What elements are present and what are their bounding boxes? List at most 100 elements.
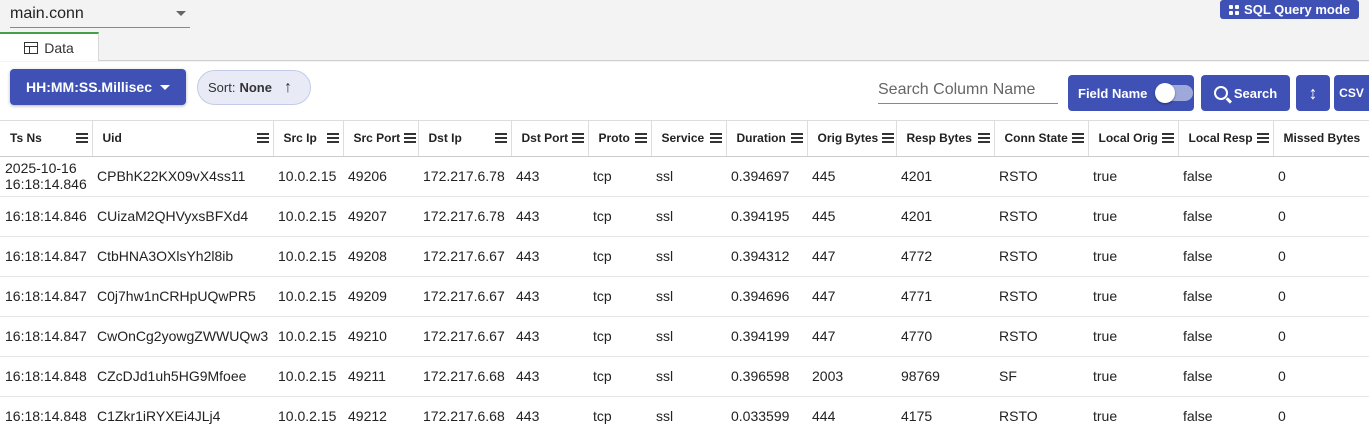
- table-cell: CwOnCg2yowgZWWUQw3: [92, 316, 273, 357]
- table-cell: 445: [807, 196, 896, 237]
- column-header[interactable]: Ts Ns: [0, 121, 93, 157]
- data-grid: Ts Ns Uid Src Ip Src Port Dst Ip Dst Port Prot…: [0, 120, 1369, 436]
- table-selector[interactable]: main.conn: [10, 0, 190, 28]
- column-menu-icon[interactable]: [790, 133, 803, 144]
- table-cell: 172.217.6.78: [418, 196, 511, 237]
- column-header[interactable]: Uid: [92, 121, 274, 157]
- column-menu-icon[interactable]: [75, 133, 88, 144]
- row-height-button[interactable]: ↕: [1296, 75, 1330, 111]
- table-row[interactable]: 16:18:14.847 CwOnCg2yowgZWWUQw3 10.0.2.15 4…: [0, 316, 1369, 357]
- column-header[interactable]: Src Port: [343, 121, 419, 157]
- column-header[interactable]: Conn State: [994, 121, 1089, 157]
- column-menu-icon[interactable]: [977, 133, 990, 144]
- table-cell: 0.394312: [726, 236, 807, 277]
- table-header-row: Ts Ns Uid Src Ip Src Port Dst Ip Dst Port Prot…: [0, 121, 1369, 157]
- table-cell: ssl: [651, 156, 726, 197]
- table-cell: ssl: [651, 276, 726, 317]
- table-row[interactable]: 16:18:14.846 CUizaM2QHVyxsBFXd4 10.0.2.15 4…: [0, 196, 1369, 237]
- field-name-toggle-button[interactable]: Field Name: [1068, 75, 1194, 111]
- table-row[interactable]: 2025-10-16 16:18:14.846 CPBhK22KX09vX4ss1…: [0, 156, 1369, 197]
- table-row[interactable]: 16:18:14.847 CtbHNA3OXlsYh2l8ib 10.0.2.15 4…: [0, 236, 1369, 277]
- column-menu-icon[interactable]: [1071, 133, 1084, 144]
- table-cell: SF: [994, 356, 1088, 397]
- table-cell: 2003: [807, 356, 896, 397]
- csv-label: CSV: [1339, 86, 1364, 100]
- table-cell: 4770: [896, 316, 994, 357]
- arrow-up-icon: ↑: [283, 78, 292, 96]
- column-header[interactable]: Missed Bytes: [1273, 121, 1369, 157]
- search-icon: [1213, 86, 1228, 100]
- table-cell: CZcDJd1uh5HG9Mfoee: [92, 356, 273, 397]
- csv-export-button[interactable]: CSV: [1334, 75, 1369, 111]
- table-cell: 98769: [896, 356, 994, 397]
- table-cell: 443: [511, 276, 588, 317]
- table-row[interactable]: 16:18:14.848 CZcDJd1uh5HG9Mfoee 10.0.2.15 4…: [0, 356, 1369, 397]
- column-menu-icon[interactable]: [1256, 133, 1269, 144]
- search-label: Search: [1233, 85, 1278, 101]
- table-cell: 0.396598: [726, 356, 807, 397]
- column-header-label: Src Port: [353, 131, 401, 146]
- column-header[interactable]: Src Ip: [273, 121, 344, 157]
- table-row[interactable]: 16:18:14.847 C0j7hw1nCRHpUQwPR5 10.0.2.15 4…: [0, 276, 1369, 317]
- search-button[interactable]: Search: [1201, 75, 1290, 111]
- table-cell: 0: [1273, 356, 1369, 397]
- table-cell: 10.0.2.15: [273, 396, 343, 436]
- column-header[interactable]: Service: [651, 121, 727, 157]
- table-cell: 447: [807, 236, 896, 277]
- column-header[interactable]: Local Resp: [1178, 121, 1274, 157]
- column-menu-icon[interactable]: [404, 133, 417, 144]
- column-header[interactable]: Local Orig: [1088, 121, 1179, 157]
- table-cell: true: [1088, 196, 1178, 237]
- field-name-toggle[interactable]: [1155, 83, 1194, 103]
- sort-chip[interactable]: Sort: None ↑: [197, 70, 311, 105]
- column-menu-icon[interactable]: [326, 133, 339, 144]
- column-menu-icon[interactable]: [1161, 133, 1174, 144]
- table-cell: 172.217.6.67: [418, 276, 511, 317]
- table-cell: 16:18:14.846: [0, 196, 92, 237]
- column-header[interactable]: Proto: [588, 121, 652, 157]
- column-header-label: Ts Ns: [10, 131, 42, 146]
- table-cell: CPBhK22KX09vX4ss11: [92, 156, 273, 197]
- column-header[interactable]: Orig Bytes: [807, 121, 897, 157]
- table-cell: true: [1088, 396, 1178, 436]
- table-cell: false: [1178, 156, 1273, 197]
- column-menu-icon[interactable]: [709, 133, 722, 144]
- column-header[interactable]: Resp Bytes: [896, 121, 995, 157]
- table-cell: 16:18:14.847: [0, 236, 92, 277]
- sql-query-mode-button[interactable]: SQL Query mode: [1220, 0, 1359, 19]
- time-format-dropdown[interactable]: HH:MM:SS.Millisec: [10, 69, 186, 105]
- column-header[interactable]: Duration: [726, 121, 808, 157]
- table-row[interactable]: 16:18:14.848 C1Zkr1iRYXEi4JLj4 10.0.2.15 49…: [0, 396, 1369, 436]
- tab-data-label: Data: [44, 39, 74, 56]
- table-cell: 10.0.2.15: [273, 316, 343, 357]
- table-cell: 443: [511, 196, 588, 237]
- table-cell: 0: [1273, 156, 1369, 197]
- table-cell: false: [1178, 196, 1273, 237]
- table-cell: true: [1088, 316, 1178, 357]
- tab-data[interactable]: Data: [0, 32, 99, 61]
- table-cell: 0: [1273, 236, 1369, 277]
- vertical-arrows-icon: ↕: [1308, 82, 1318, 103]
- table-cell: 445: [807, 156, 896, 197]
- column-header[interactable]: Dst Port: [511, 121, 589, 157]
- table-cell: 2025-10-16 16:18:14.846: [0, 156, 92, 197]
- column-menu-icon[interactable]: [572, 133, 585, 144]
- table-cell: 10.0.2.15: [273, 156, 343, 197]
- search-column-input[interactable]: [878, 76, 1058, 104]
- table-cell: 172.217.6.68: [418, 356, 511, 397]
- column-menu-icon[interactable]: [256, 133, 269, 144]
- table-cell: 443: [511, 316, 588, 357]
- column-menu-icon[interactable]: [882, 133, 895, 144]
- column-menu-icon[interactable]: [494, 133, 507, 144]
- table-cell: 443: [511, 236, 588, 277]
- table-cell: ssl: [651, 356, 726, 397]
- column-header-label: Service: [661, 131, 705, 146]
- column-header[interactable]: Dst Ip: [418, 121, 512, 157]
- table-cell: 0.394199: [726, 316, 807, 357]
- data-table: Ts Ns Uid Src Ip Src Port Dst Ip Dst Port Prot…: [0, 121, 1369, 436]
- column-header-label: Duration: [736, 131, 786, 146]
- sort-prefix: Sort:: [208, 80, 236, 95]
- table-cell: 172.217.6.78: [418, 156, 511, 197]
- table-cell: 444: [807, 396, 896, 436]
- column-menu-icon[interactable]: [634, 133, 647, 144]
